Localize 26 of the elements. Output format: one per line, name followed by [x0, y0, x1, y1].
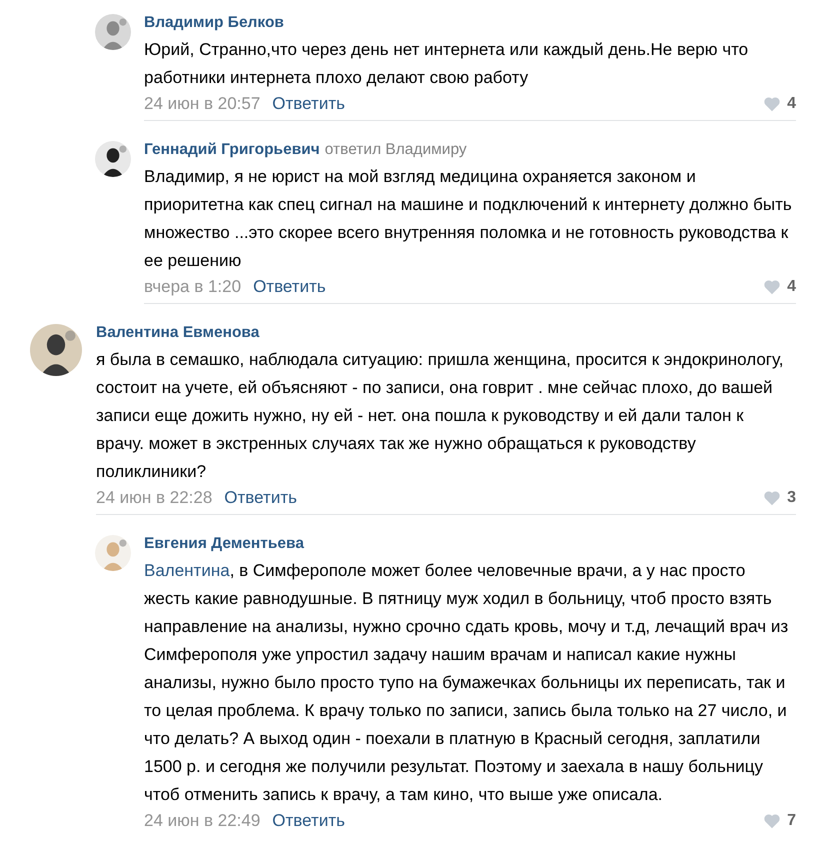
author-name[interactable]: Владимир Белков: [144, 14, 284, 32]
author-name[interactable]: Валентина Евменова: [96, 324, 260, 342]
like-count: 4: [787, 278, 796, 296]
comment-date: 24 июн в 22:49: [144, 811, 260, 831]
reply-link[interactable]: Ответить: [253, 277, 326, 297]
reply-link[interactable]: Ответить: [272, 811, 345, 831]
comment-date: вчера в 1:20: [144, 277, 242, 297]
comment-text: Владимир, я не юрист на мой взгляд медицина охраняется законом и приоритетна как спец сигнал на машине и подключений к интернету должно быть множество ...это скорее всего внутренняя поломка и не готовность руководства к ее решению: [144, 166, 793, 272]
like-count: 3: [787, 489, 796, 507]
heart-icon[interactable]: [763, 279, 782, 295]
comment-date: 24 июн в 22:28: [96, 488, 212, 508]
comment-text: Юрий, Странно,что через день нет интернета или каждый день.Не верю что работники интернета плохо делают свою работу: [144, 39, 750, 89]
reply-to-label: ответил Владимиру: [324, 141, 467, 159]
author-name[interactable]: Евгения Дементьева: [144, 535, 304, 553]
mention-link[interactable]: Валентина: [144, 561, 230, 580]
comment-text: Валентина, в Симферополе может более человечные врачи, а у нас просто жесть какие равнодушные. В пятницу муж ходил в больницу, чтоб просто взять направление на анализы, нужно срочно сдать кровь, мочу и т.д, лечащий врач из Симферополя уже упростил задачу нашим врачам и написал какие нужны анализы, нужно было просто тупо на бумажечках больницы их переписать, так и то целая проблема. К врачу только по записи, запись была только на 27 число, и что делать? А выход один - поехали в платную в Красный сегодня, заплатили 1500 р. и сегодня же получили результат. Поэтому и заехала в нашу больницу чтоб отменить запись к врачу, а там кино, что выше уже описала.: [144, 560, 790, 806]
reply-link[interactable]: Ответить: [272, 94, 345, 114]
heart-icon[interactable]: [763, 96, 782, 112]
comment-date: 24 июн в 20:57: [144, 94, 260, 114]
author-name[interactable]: Геннадий Григорьевич: [144, 141, 320, 159]
heart-icon[interactable]: [763, 490, 782, 506]
like-count: 7: [787, 812, 796, 830]
heart-icon[interactable]: [763, 813, 782, 829]
like-count: 4: [787, 95, 796, 113]
reply-link[interactable]: Ответить: [224, 488, 297, 508]
comment-text: я была в семашко, наблюдала ситуацию: пришла женщина, просится к эндокринологу, состоит на учете, ей объясняют - по записи, она говрит . мне сейчас плохо, до вашей записи еще дожить нужно, ну ей - нет. она пошла к руководству и ей дали талон к врачу. может в экстренных случаях так же нужно обращаться к руководству поликлиники?: [96, 349, 785, 483]
